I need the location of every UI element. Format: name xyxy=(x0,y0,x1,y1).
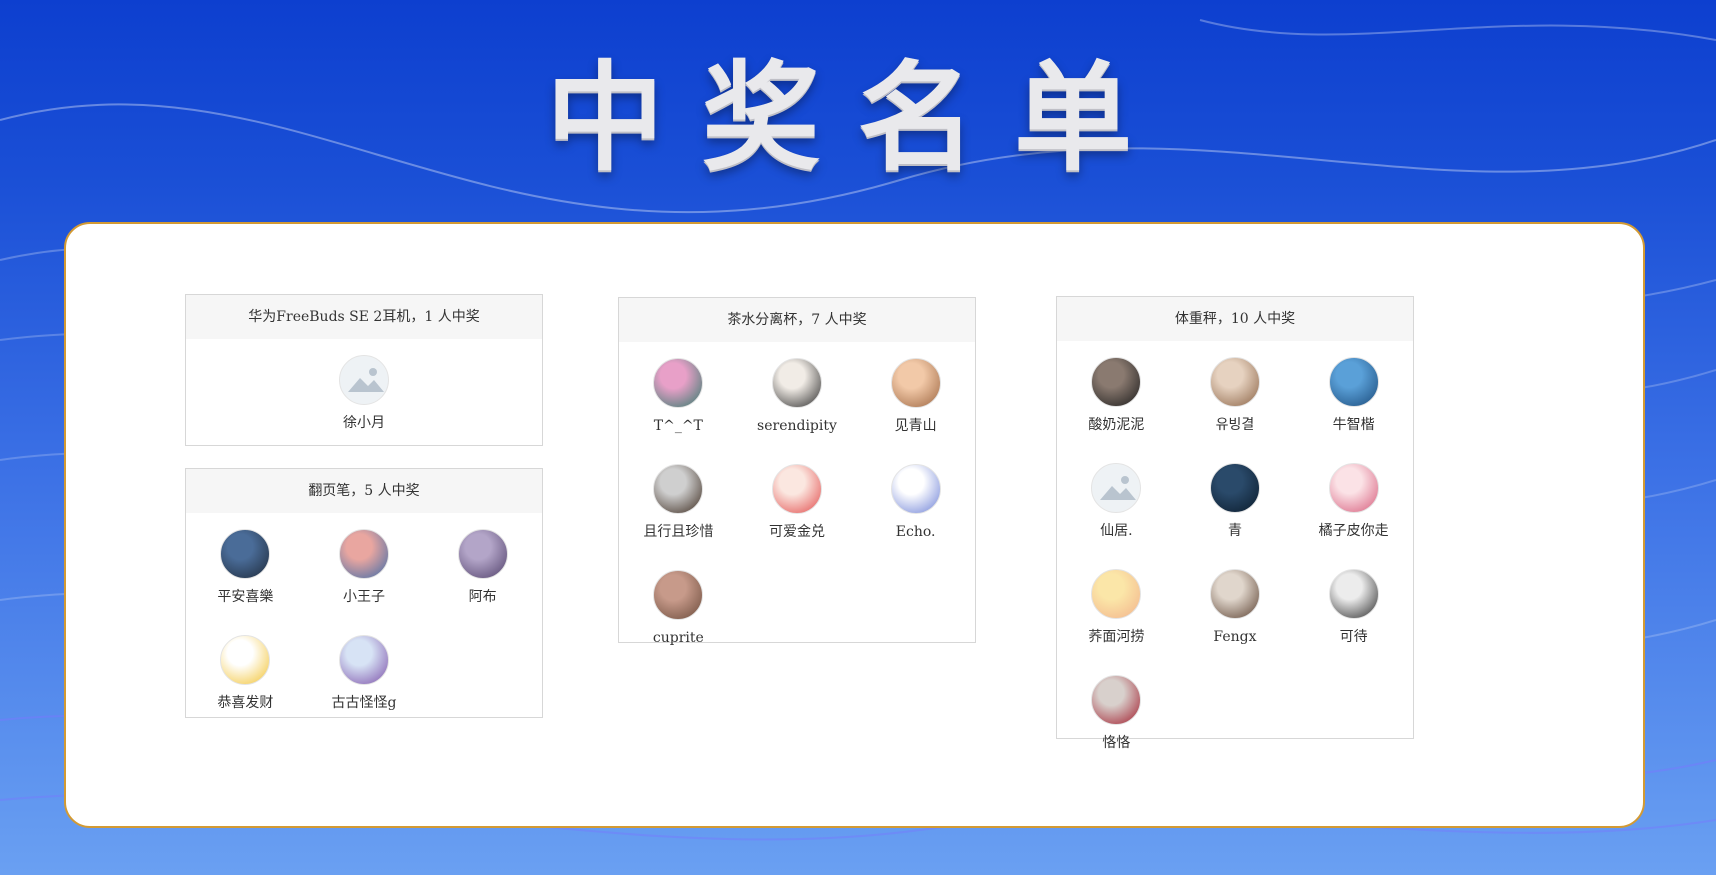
winner-name: 橘子皮你走 xyxy=(1318,523,1389,539)
winner-name: 见青山 xyxy=(894,418,937,434)
winner-name: Echo. xyxy=(895,524,936,540)
prize-card-scale: 体重秤，10 人中奖 酸奶泥泥 유빙결 牛智楷仙居. 青 橘子皮你走荞面河捞 Fengx 可… xyxy=(1056,296,1414,751)
winner-name: 青 xyxy=(1227,523,1242,539)
prize-card-clicker: 翻页笔，5 人中奖 平安喜樂 小王子 阿布恭喜发财 古古怪怪g xyxy=(185,468,543,718)
avatar xyxy=(771,358,822,408)
avatar xyxy=(890,358,941,408)
winner-item: 酸奶泥泥 xyxy=(1057,357,1176,463)
winner-item: 见青山 xyxy=(856,358,975,464)
prize-card-earbuds: 华为FreeBuds SE 2耳机，1 人中奖 徐小月 xyxy=(185,294,543,446)
winner-name: 可爱金兑 xyxy=(768,524,825,540)
winner-item: 青 xyxy=(1176,463,1295,569)
prize-title: 翻页笔，5 人中奖 xyxy=(186,469,542,513)
prize-title: 茶水分离杯，7 人中奖 xyxy=(619,298,975,342)
winner-item: serendipity xyxy=(738,358,857,464)
avatar xyxy=(457,529,508,579)
winner-name: 酸奶泥泥 xyxy=(1088,417,1145,433)
winner-name: 可待 xyxy=(1339,629,1368,645)
avatar xyxy=(1209,357,1260,407)
winner-name: T^_^T xyxy=(653,418,703,434)
winner-item: Fengx xyxy=(1176,569,1295,675)
avatar xyxy=(1328,569,1379,619)
winner-name: 且行且珍惜 xyxy=(643,524,714,540)
avatar xyxy=(1091,569,1142,619)
winner-name: cuprite xyxy=(652,630,704,646)
winner-item: 可爱金兑 xyxy=(738,464,857,570)
winner-item: 橘子皮你走 xyxy=(1294,463,1413,569)
winner-name: 유빙결 xyxy=(1215,417,1255,433)
avatar xyxy=(653,464,704,514)
placeholder-avatar-icon xyxy=(1091,463,1142,513)
winners-panel: 华为FreeBuds SE 2耳机，1 人中奖 徐小月 翻页笔，5 人中奖 平安… xyxy=(64,222,1645,828)
prize-card-tea-cup: 茶水分离杯，7 人中奖 T^_^T serendipity 见青山且行且珍惜 可爱金兑… xyxy=(618,297,976,646)
winner-item: 荞面河捞 xyxy=(1057,569,1176,675)
avatar xyxy=(1328,463,1379,513)
winner-item: 牛智楷 xyxy=(1294,357,1413,463)
winner-item: 徐小月 xyxy=(186,355,542,461)
avatar xyxy=(220,635,271,685)
avatar xyxy=(1209,463,1260,513)
winner-item: Echo. xyxy=(856,464,975,570)
prize-title: 华为FreeBuds SE 2耳机，1 人中奖 xyxy=(186,295,542,339)
avatar xyxy=(771,464,822,514)
avatar xyxy=(338,529,389,579)
winners-list: 平安喜樂 小王子 阿布恭喜发财 古古怪怪g xyxy=(186,513,542,741)
winner-name: 恪恪 xyxy=(1102,735,1131,751)
winner-name: 牛智楷 xyxy=(1332,417,1375,433)
avatar xyxy=(1209,569,1260,619)
winner-name: 小王子 xyxy=(342,589,385,605)
avatar xyxy=(1091,675,1142,725)
avatar xyxy=(1091,357,1142,407)
placeholder-avatar-icon xyxy=(339,355,389,405)
winner-item: 阿布 xyxy=(423,529,542,635)
winner-name: Fengx xyxy=(1213,629,1257,645)
winner-name: serendipity xyxy=(757,418,837,434)
page-title: 中奖名单 xyxy=(545,49,1170,187)
prize-title: 体重秤，10 人中奖 xyxy=(1057,297,1413,341)
avatar xyxy=(653,358,704,408)
winner-name: 徐小月 xyxy=(343,415,385,431)
winner-name: 仙居. xyxy=(1100,523,1133,539)
winner-item: cuprite xyxy=(619,570,738,676)
avatar xyxy=(220,529,271,579)
winner-item: 恪恪 xyxy=(1057,675,1176,781)
winner-item: 古古怪怪g xyxy=(305,635,424,741)
winner-name: 古古怪怪g xyxy=(331,695,397,711)
winners-list: 酸奶泥泥 유빙결 牛智楷仙居. 青 橘子皮你走荞面河捞 Fengx 可待恪恪 xyxy=(1057,341,1413,781)
avatar xyxy=(338,635,389,685)
winner-item: T^_^T xyxy=(619,358,738,464)
winner-item: 유빙결 xyxy=(1176,357,1295,463)
winner-name: 恭喜发财 xyxy=(217,695,274,711)
winner-item: 平安喜樂 xyxy=(186,529,305,635)
winners-list: T^_^T serendipity 见青山且行且珍惜 可爱金兑 Echo. cuprite xyxy=(619,342,975,676)
winner-item: 仙居. xyxy=(1057,463,1176,569)
avatar xyxy=(890,464,941,514)
winners-list: 徐小月 xyxy=(186,339,542,461)
winner-item: 且行且珍惜 xyxy=(619,464,738,570)
winner-item: 小王子 xyxy=(305,529,424,635)
winner-name: 荞面河捞 xyxy=(1088,629,1145,645)
winner-name: 阿布 xyxy=(468,589,497,605)
winner-name: 平安喜樂 xyxy=(217,589,274,605)
winner-item: 可待 xyxy=(1294,569,1413,675)
avatar xyxy=(1328,357,1379,407)
winner-item: 恭喜发财 xyxy=(186,635,305,741)
avatar xyxy=(653,570,704,620)
